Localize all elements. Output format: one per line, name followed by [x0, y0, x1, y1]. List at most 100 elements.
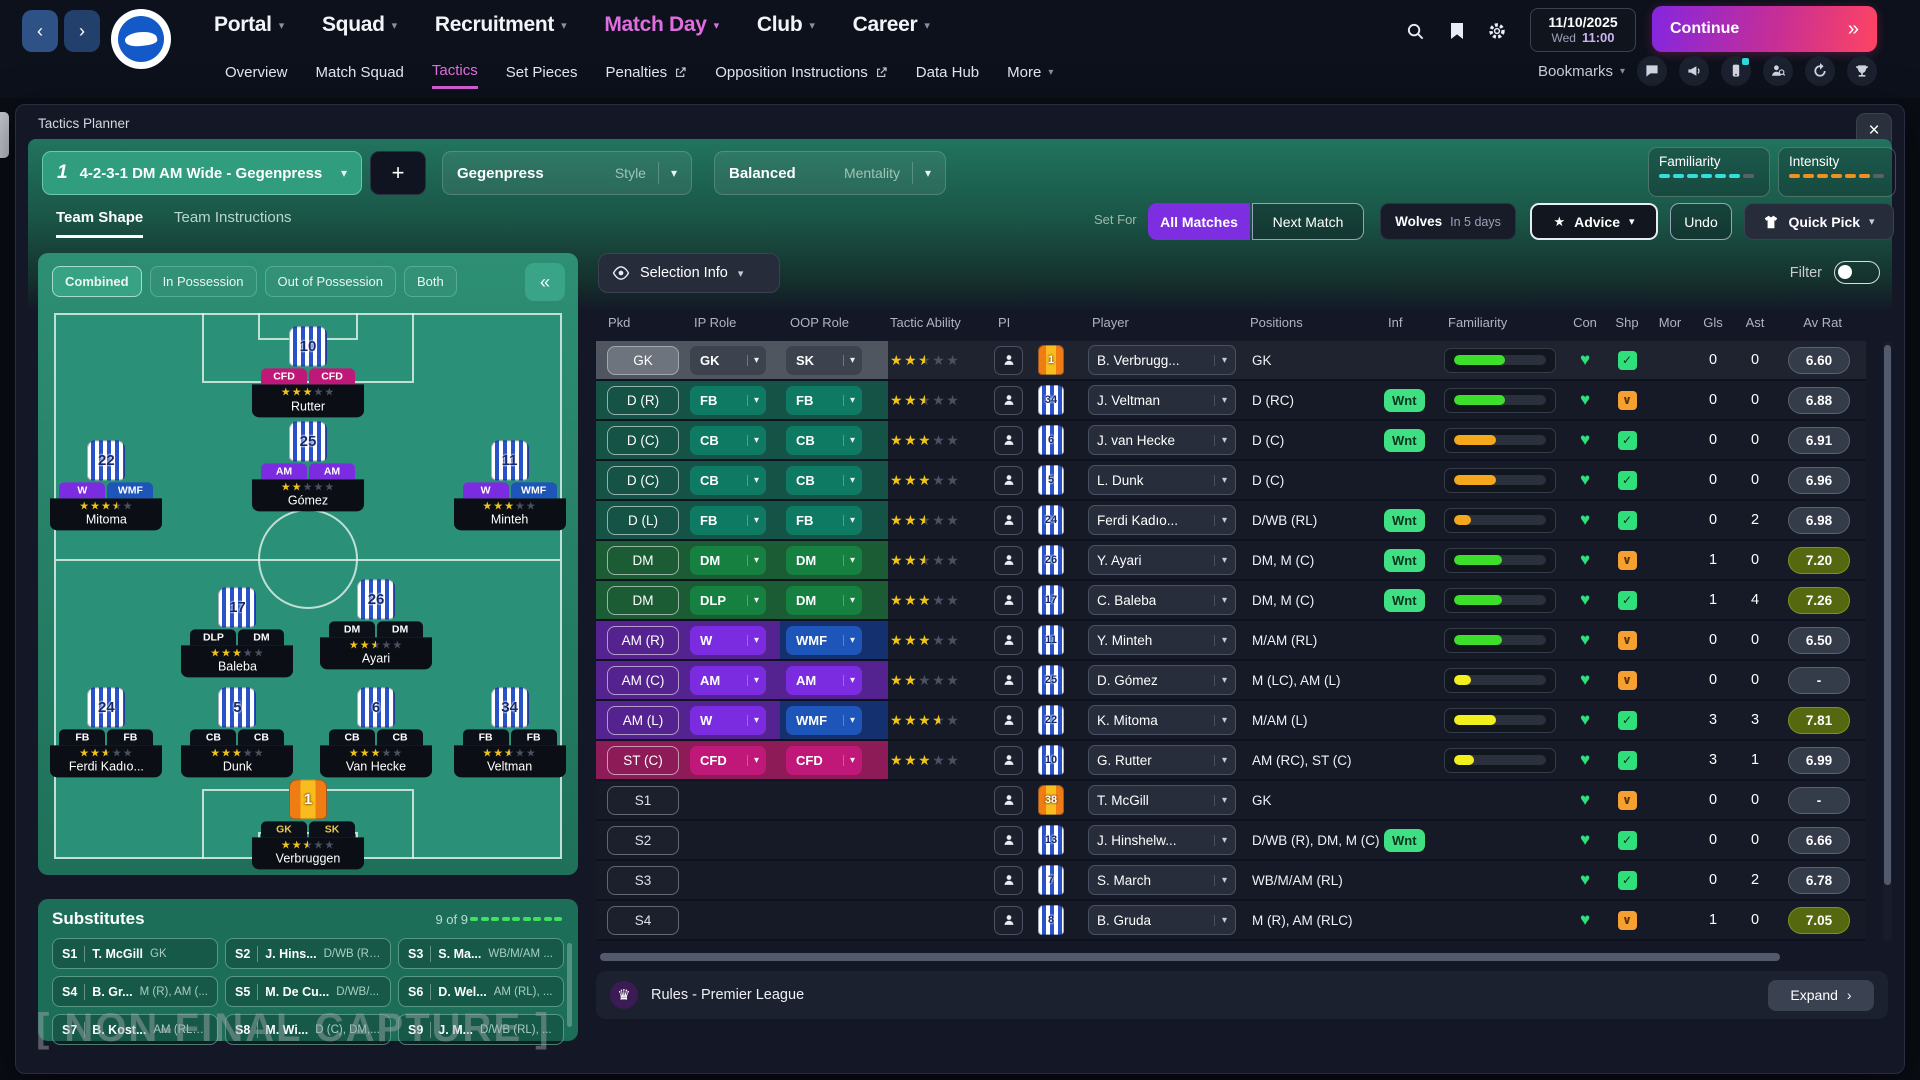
view-tab-in-possession[interactable]: In Possession [150, 266, 257, 297]
ip-role-select[interactable]: CB▾ [690, 466, 766, 495]
player-select[interactable]: D. Gómez▾ [1088, 665, 1236, 695]
substitute-item[interactable]: S5M. De Cu...D/WB/... [225, 976, 391, 1007]
subnav-tactics[interactable]: Tactics [432, 62, 478, 89]
player-select[interactable]: B. Gruda▾ [1088, 905, 1236, 935]
quick-pick-button[interactable]: Quick Pick ▾ [1744, 203, 1894, 240]
oop-role-select[interactable]: CFD▾ [786, 746, 862, 775]
player-select[interactable]: J. van Hecke▾ [1088, 425, 1236, 455]
filter-toggle[interactable] [1834, 261, 1880, 284]
view-tab-out-of-possession[interactable]: Out of Possession [265, 266, 397, 297]
oop-role-select[interactable]: DM▾ [786, 546, 862, 575]
table-row[interactable]: ST (C)CFD▾CFD▾★★★★★10G. Rutter▾AM (RC), … [596, 741, 1866, 781]
tab-team-instructions[interactable]: Team Instructions [174, 209, 292, 226]
pitch-player[interactable]: 34FBFB★★★★★★Veltman [454, 687, 566, 777]
player-instructions-button[interactable] [994, 906, 1023, 935]
oop-role-select[interactable]: FB▾ [786, 386, 862, 415]
nav-career[interactable]: Career▾ [853, 13, 930, 37]
pitch-player[interactable]: 26DMDM★★★★★★Ayari [320, 579, 432, 669]
table-row[interactable]: GKGK▾SK▾★★★★★★1B. Verbrugg...▾GK♥✓006.60 [596, 341, 1866, 381]
table-row[interactable]: AM (R)W▾WMF▾★★★★★11Y. Minteh▾M/AM (RL)♥∨… [596, 621, 1866, 661]
player-instructions-button[interactable] [994, 666, 1023, 695]
oop-role-select[interactable]: CB▾ [786, 466, 862, 495]
ip-role-select[interactable]: W▾ [690, 626, 766, 655]
player-instructions-button[interactable] [994, 626, 1023, 655]
table-row[interactable]: D (C)CB▾CB▾★★★★★5L. Dunk▾D (C)♥✓006.96 [596, 461, 1866, 501]
player-select[interactable]: C. Baleba▾ [1088, 585, 1236, 615]
tab-team-shape[interactable]: Team Shape [56, 209, 143, 238]
horizontal-scrollbar[interactable] [600, 953, 1860, 961]
player-instructions-button[interactable] [994, 546, 1023, 575]
player-instructions-button[interactable] [994, 706, 1023, 735]
player-instructions-button[interactable] [994, 386, 1023, 415]
chat-icon[interactable] [1637, 56, 1667, 86]
ip-role-select[interactable]: GK▾ [690, 346, 766, 375]
undo-button[interactable]: Undo [1670, 203, 1732, 240]
pitch-player[interactable]: 11WWMF★★★★★Minteh [454, 441, 566, 531]
table-row[interactable]: S138T. McGill▾GK♥∨00- [596, 781, 1866, 821]
player-instructions-button[interactable] [994, 746, 1023, 775]
megaphone-icon[interactable] [1679, 56, 1709, 86]
phone-icon[interactable] [1721, 56, 1751, 86]
scout-search-icon[interactable] [1763, 56, 1793, 86]
subnav-more[interactable]: More▾ [1007, 64, 1053, 88]
player-select[interactable]: G. Rutter▾ [1088, 745, 1236, 775]
player-instructions-button[interactable] [994, 346, 1023, 375]
table-row[interactable]: D (R)FB▾FB▾★★★★★★34J. Veltman▾D (RC)Wnt♥… [596, 381, 1866, 421]
vertical-scrollbar[interactable] [1883, 341, 1892, 941]
ip-role-select[interactable]: DLP▾ [690, 586, 766, 615]
collapse-panel-icon[interactable]: « [525, 263, 565, 301]
table-row[interactable]: DMDM▾DM▾★★★★★★26Y. Ayari▾DM, M (C)Wnt♥∨1… [596, 541, 1866, 581]
continue-button[interactable]: Continue» [1652, 6, 1877, 52]
gear-icon[interactable] [1482, 16, 1512, 46]
oop-role-select[interactable]: FB▾ [786, 506, 862, 535]
player-instructions-button[interactable] [994, 426, 1023, 455]
player-select[interactable]: L. Dunk▾ [1088, 465, 1236, 495]
nav-club[interactable]: Club▾ [757, 13, 815, 37]
player-select[interactable]: Ferdi Kadıo...▾ [1088, 505, 1236, 535]
pitch-player[interactable]: 5CBCB★★★★★Dunk [181, 687, 293, 777]
ip-role-select[interactable]: W▾ [690, 706, 766, 735]
pitch-player[interactable]: 25AMAM★★★★★Gómez [252, 422, 364, 512]
player-instructions-button[interactable] [994, 466, 1023, 495]
view-tab-combined[interactable]: Combined [52, 266, 142, 297]
pitch-player[interactable]: 1GKSK★★★★★★Verbruggen [252, 779, 364, 869]
table-row[interactable]: S213J. Hinshelw...▾D/WB (R), DM, M (C)Wn… [596, 821, 1866, 861]
next-match-button[interactable]: Next Match [1252, 203, 1364, 240]
subnav-opposition-instructions[interactable]: Opposition Instructions [715, 64, 888, 88]
oop-role-select[interactable]: DM▾ [786, 586, 862, 615]
trophy-icon[interactable] [1847, 56, 1877, 86]
table-row[interactable]: AM (C)AM▾AM▾★★★★★25D. Gómez▾M (LC), AM (… [596, 661, 1866, 701]
subnav-set-pieces[interactable]: Set Pieces [506, 64, 578, 88]
oop-role-select[interactable]: WMF▾ [786, 706, 862, 735]
back-button[interactable]: ‹ [22, 10, 58, 52]
player-instructions-button[interactable] [994, 506, 1023, 535]
table-row[interactable]: S48B. Gruda▾M (R), AM (RLC)♥∨107.05 [596, 901, 1866, 941]
advice-button[interactable]: ★ Advice ▾ [1530, 203, 1658, 240]
table-row[interactable]: DMDLP▾DM▾★★★★★17C. Baleba▾DM, M (C)Wnt♥✓… [596, 581, 1866, 621]
substitutes-scrollbar[interactable] [567, 943, 572, 1027]
ip-role-select[interactable]: CFD▾ [690, 746, 766, 775]
player-select[interactable]: T. McGill▾ [1088, 785, 1236, 815]
pitch-player[interactable]: 6CBCB★★★★★Van Hecke [320, 687, 432, 777]
subnav-overview[interactable]: Overview [225, 64, 288, 88]
nav-recruitment[interactable]: Recruitment▾ [435, 13, 566, 37]
table-row[interactable]: S37S. March▾WB/M/AM (RL)♥✓026.78 [596, 861, 1866, 901]
player-select[interactable]: Y. Ayari▾ [1088, 545, 1236, 575]
player-select[interactable]: S. March▾ [1088, 865, 1236, 895]
oop-role-select[interactable]: CB▾ [786, 426, 862, 455]
player-select[interactable]: K. Mitoma▾ [1088, 705, 1236, 735]
substitute-item[interactable]: S4B. Gr...M (R), AM (... [52, 976, 218, 1007]
substitute-item[interactable]: S3S. Ma...WB/M/AM ... [398, 938, 564, 969]
pitch-player[interactable]: 22WWMF★★★★★★Mitoma [50, 441, 162, 531]
nav-portal[interactable]: Portal▾ [214, 13, 284, 37]
substitute-item[interactable]: S6D. Wel...AM (RL), ... [398, 976, 564, 1007]
player-instructions-button[interactable] [994, 866, 1023, 895]
pitch-player[interactable]: 24FBFB★★★★★★Ferdi Kadıo... [50, 687, 162, 777]
ip-role-select[interactable]: FB▾ [690, 386, 766, 415]
selection-info-dropdown[interactable]: Selection Info ▾ [598, 253, 780, 293]
bookmarks-dropdown[interactable]: Bookmarks▾ [1538, 63, 1625, 80]
subnav-match-squad[interactable]: Match Squad [316, 64, 404, 88]
nav-squad[interactable]: Squad▾ [322, 13, 397, 37]
ip-role-select[interactable]: DM▾ [690, 546, 766, 575]
expand-button[interactable]: Expand› [1768, 980, 1874, 1011]
